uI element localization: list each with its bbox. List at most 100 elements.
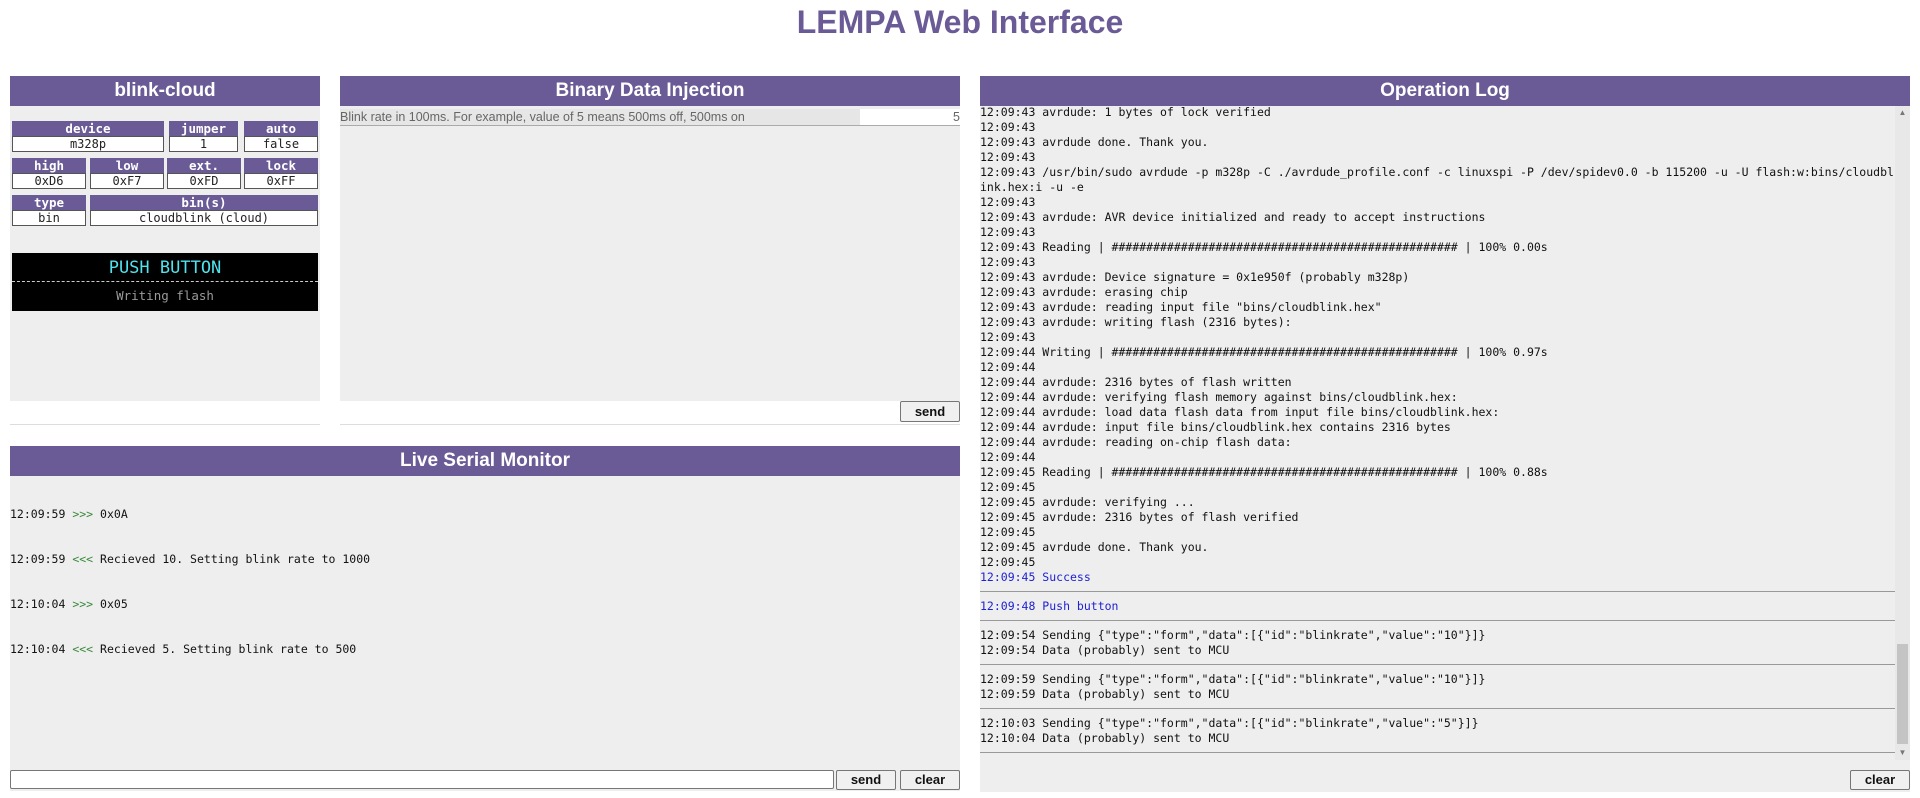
log-line: 12:10:04 Data (probably) sent to MCU	[980, 731, 1230, 745]
log-line: 12:09:44 avrdude: load data flash data f…	[980, 405, 1500, 419]
jumper-value: 1	[169, 136, 238, 152]
operation-log-title: Operation Log	[980, 76, 1910, 106]
serial-log: 12:09:59 >>> 0x0A 12:09:59 <<< Recieved …	[10, 477, 370, 687]
log-line: 12:09:43 avrdude: reading input file "bi…	[980, 300, 1382, 314]
type-value: bin	[12, 210, 86, 226]
log-line: 12:09:43	[980, 120, 1036, 134]
lock-fuse-field: lock 0xFF	[244, 158, 318, 189]
log-line: 12:09:45	[980, 525, 1036, 539]
log-line: 12:10:03 Sending {"type":"form","data":[…	[980, 716, 1479, 730]
serial-line: 12:10:04 <<< Recieved 5. Setting blink r…	[10, 642, 357, 656]
serial-monitor-panel: Live Serial Monitor 12:09:59 >>> 0x0A 12…	[10, 446, 960, 791]
log-line: 12:09:43 Reading | #####################…	[980, 240, 1548, 254]
log-line: 12:09:45 avrdude: 2316 bytes of flash ve…	[980, 510, 1299, 524]
operation-log-content: 12:09:43 avrdude: 1 bytes of lock verifi…	[980, 106, 1895, 760]
log-line: 12:09:44 avrdude: input file bins/cloudb…	[980, 420, 1451, 434]
serial-line: 12:09:59 >>> 0x0A	[10, 507, 128, 521]
binary-injection-title: Binary Data Injection	[340, 76, 960, 106]
bins-field: bin(s) cloudblink (cloud)	[90, 195, 318, 226]
log-line: 12:09:45	[980, 480, 1036, 494]
serial-line: 12:10:04 >>> 0x05	[10, 597, 128, 611]
log-line: 12:09:43 avrdude: 1 bytes of lock verifi…	[980, 106, 1271, 119]
device-value: m328p	[12, 136, 164, 152]
blink-rate-field: Blink rate in 100ms. For example, value …	[340, 108, 960, 126]
log-separator	[980, 664, 1895, 665]
jumper-field: jumper 1	[169, 121, 238, 152]
type-field: type bin	[12, 195, 86, 226]
binary-send-button[interactable]: send	[900, 401, 960, 422]
serial-input[interactable]	[10, 770, 834, 789]
log-separator	[980, 752, 1895, 753]
serial-line: 12:09:59 <<< Recieved 10. Setting blink …	[10, 552, 371, 566]
log-line: 12:09:43	[980, 330, 1036, 344]
blink-rate-description: Blink rate in 100ms. For example, value …	[340, 109, 860, 125]
log-line: 12:09:43 /usr/bin/sudo avrdude -p m328p …	[980, 165, 1894, 194]
scroll-thumb[interactable]	[1897, 644, 1908, 744]
auto-value: false	[244, 136, 318, 152]
blink-rate-input[interactable]: 5	[860, 109, 960, 125]
log-line: 12:09:44 avrdude: reading on-chip flash …	[980, 435, 1292, 449]
log-line: 12:09:45 Reading | #####################…	[980, 465, 1548, 479]
push-button[interactable]: PUSH BUTTON Writing flash	[12, 253, 318, 311]
log-line: 12:09:45 Success	[980, 570, 1091, 584]
low-fuse-label: low	[90, 158, 164, 173]
log-line: 12:09:54 Sending {"type":"form","data":[…	[980, 628, 1486, 642]
bins-label: bin(s)	[90, 195, 318, 210]
log-line: 12:09:43 avrdude done. Thank you.	[980, 135, 1209, 149]
binary-injection-panel: Binary Data Injection Blink rate in 100m…	[340, 76, 960, 401]
log-line: 12:09:48 Push button	[980, 599, 1119, 613]
binary-panel-divider	[340, 424, 960, 425]
push-button-label: PUSH BUTTON	[12, 253, 318, 282]
lock-fuse-value: 0xFF	[244, 173, 318, 189]
log-line: 12:09:43 avrdude: writing flash (2316 by…	[980, 315, 1292, 329]
log-line: 12:09:59 Data (probably) sent to MCU	[980, 687, 1230, 701]
push-button-status: Writing flash	[116, 288, 214, 303]
log-separator	[980, 708, 1895, 709]
page-title: LEMPA Web Interface	[796, 4, 1124, 40]
log-line: 12:09:45 avrdude done. Thank you.	[980, 540, 1209, 554]
type-label: type	[12, 195, 86, 210]
scroll-down-icon[interactable]: ▼	[1895, 746, 1910, 760]
ext-fuse-value: 0xFD	[167, 173, 241, 189]
high-fuse-value: 0xD6	[12, 173, 86, 189]
high-fuse-label: high	[12, 158, 86, 173]
log-line: 12:09:44	[980, 450, 1036, 464]
log-line: 12:09:43	[980, 195, 1036, 209]
device-panel: blink-cloud device m328p jumper 1 auto f…	[10, 76, 320, 401]
log-separator	[980, 591, 1895, 592]
log-line: 12:09:44 avrdude: verifying flash memory…	[980, 390, 1458, 404]
lock-fuse-label: lock	[244, 158, 318, 173]
log-line: 12:09:54 Data (probably) sent to MCU	[980, 643, 1230, 657]
bins-value: cloudblink (cloud)	[90, 210, 318, 226]
serial-clear-button[interactable]: clear	[900, 770, 960, 790]
operation-log-clear-button[interactable]: clear	[1850, 770, 1910, 790]
ext-fuse-field: ext. 0xFD	[167, 158, 241, 189]
operation-log-scrollbar[interactable]: ▲ ▼	[1895, 106, 1910, 760]
device-field: device m328p	[12, 121, 164, 152]
serial-send-button[interactable]: send	[836, 770, 896, 790]
serial-monitor-title: Live Serial Monitor	[10, 446, 960, 476]
log-separator	[980, 620, 1895, 621]
device-panel-divider	[10, 424, 320, 425]
auto-label: auto	[244, 121, 318, 136]
scroll-up-icon[interactable]: ▲	[1895, 106, 1910, 120]
ext-fuse-label: ext.	[167, 158, 241, 173]
log-line: 12:09:43	[980, 225, 1036, 239]
log-line: 12:09:43 avrdude: Device signature = 0x1…	[980, 270, 1410, 284]
log-line: 12:09:43 avrdude: erasing chip	[980, 285, 1188, 299]
high-fuse-field: high 0xD6	[12, 158, 86, 189]
auto-field: auto false	[244, 121, 318, 152]
device-label: device	[12, 121, 164, 136]
log-line: 12:09:43	[980, 255, 1036, 269]
jumper-label: jumper	[169, 121, 238, 136]
log-line: 12:09:44 avrdude: 2316 bytes of flash wr…	[980, 375, 1292, 389]
log-line: 12:09:45 avrdude: verifying ...	[980, 495, 1195, 509]
log-line: 12:09:43 avrdude: AVR device initialized…	[980, 210, 1486, 224]
low-fuse-field: low 0xF7	[90, 158, 164, 189]
low-fuse-value: 0xF7	[90, 173, 164, 189]
device-panel-title: blink-cloud	[10, 76, 320, 106]
log-line: 12:09:45	[980, 555, 1036, 569]
log-line: 12:09:44	[980, 360, 1036, 374]
log-line: 12:09:59 Sending {"type":"form","data":[…	[980, 672, 1486, 686]
log-line: 12:09:44 Writing | #####################…	[980, 345, 1548, 359]
